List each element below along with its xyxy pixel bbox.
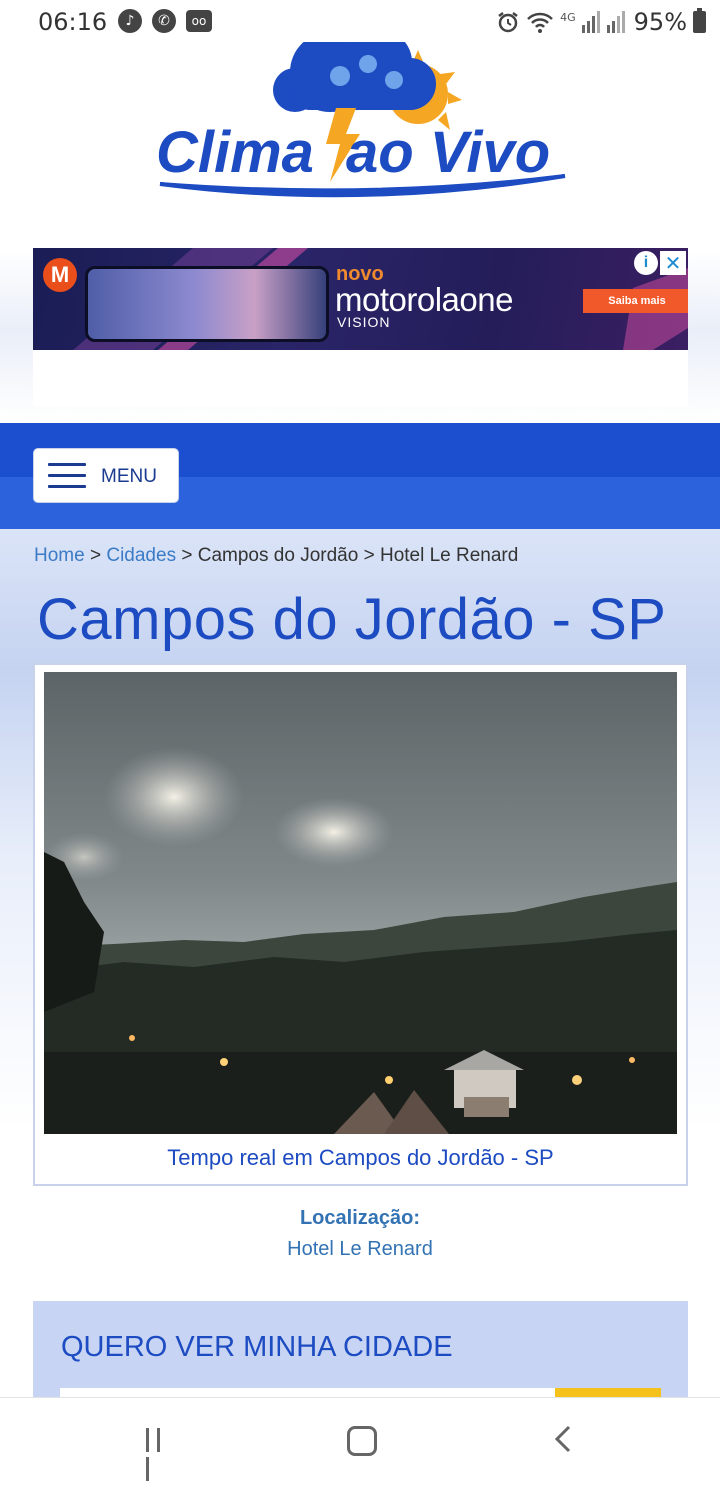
- site-logo[interactable]: Clima ao Vivo: [150, 42, 570, 207]
- ad-model-name: VISION: [337, 314, 391, 330]
- city-search-panel: QUERO VER MINHA CIDADE: [33, 1301, 688, 1408]
- ad-info-icon[interactable]: i: [634, 251, 658, 275]
- breadcrumb-city: Campos do Jordão: [197, 545, 359, 566]
- home-icon[interactable]: [347, 1426, 377, 1456]
- menu-button[interactable]: MENU: [33, 448, 179, 503]
- svg-text:ao Vivo: ao Vivo: [346, 120, 550, 185]
- network-type-label: 4G: [560, 10, 576, 24]
- breadcrumb-cities-link[interactable]: Cidades: [106, 545, 176, 566]
- city-search-title: QUERO VER MINHA CIDADE: [61, 1331, 453, 1363]
- ad-whitespace: [33, 350, 688, 406]
- ad-cta-button[interactable]: Saiba mais: [583, 289, 688, 313]
- breadcrumb-separator: >: [89, 545, 102, 566]
- cloud-icon: [273, 42, 436, 112]
- music-app-icon: ♪: [118, 9, 142, 33]
- back-icon[interactable]: [551, 1424, 575, 1454]
- menu-button-label: MENU: [101, 466, 157, 487]
- whatsapp-icon: ✆: [152, 9, 176, 33]
- location-label: Localização:: [299, 1207, 421, 1229]
- status-bar: 06:16 ♪ ✆ oo 4G 95%: [0, 0, 720, 42]
- recent-apps-icon[interactable]: [146, 1428, 174, 1481]
- page-title: Campos do Jordão - SP: [37, 587, 667, 652]
- ad-banner[interactable]: M novo motorolaone VISION Saiba mais i ✕: [33, 248, 688, 350]
- wifi-icon: [527, 12, 554, 33]
- breadcrumb-separator: >: [181, 545, 193, 566]
- notification-icons: ♪ ✆ oo: [118, 9, 212, 33]
- logo-text: Clima: [156, 120, 314, 185]
- webcam-image[interactable]: [44, 672, 677, 1134]
- status-time: 06:16: [38, 8, 108, 36]
- system-icons: 4G 95%: [496, 8, 706, 36]
- signal-icon: [581, 11, 625, 33]
- voicemail-icon: oo: [186, 10, 212, 32]
- ad-close-icon[interactable]: ✕: [660, 251, 686, 275]
- hamburger-icon: [48, 463, 86, 489]
- location-value: Hotel Le Renard: [287, 1238, 433, 1260]
- battery-percent: 95%: [633, 8, 687, 36]
- motorola-logo-icon: M: [43, 258, 77, 292]
- system-navigation-bar: [0, 1397, 720, 1481]
- breadcrumb: Home > Cidades > Campos do Jordão > Hote…: [34, 545, 518, 567]
- breadcrumb-home-link[interactable]: Home: [34, 545, 85, 566]
- breadcrumb-place: Hotel Le Renard: [379, 545, 519, 566]
- webcam-caption: Tempo real em Campos do Jordão - SP: [167, 1145, 554, 1170]
- battery-icon: [693, 8, 706, 33]
- ad-phone-image: [85, 266, 329, 342]
- alarm-icon: [498, 12, 518, 33]
- breadcrumb-separator: >: [363, 545, 375, 566]
